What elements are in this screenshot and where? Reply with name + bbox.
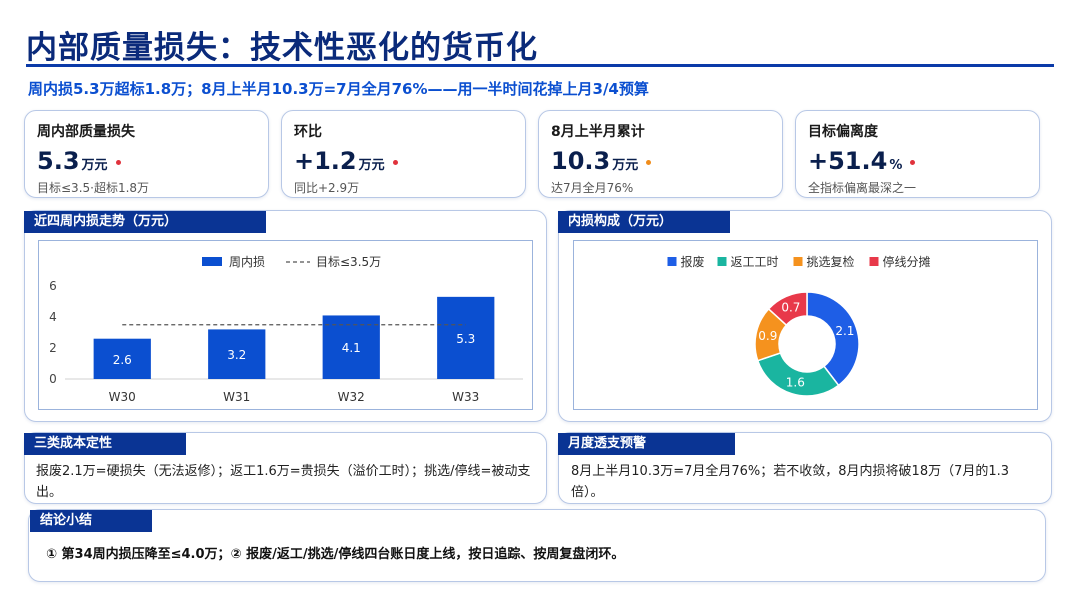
status-dot-icon	[646, 159, 652, 165]
conclusion-panel-title: 结论小结	[30, 510, 152, 532]
x-tick-label: W31	[223, 390, 250, 404]
legend-swatch	[869, 257, 879, 266]
x-tick-label: W32	[338, 390, 365, 404]
kpi-number: +51.4	[808, 147, 888, 175]
kpi-card-target-deviation: 目标偏离度 +51.4% 全指标偏离最深之一	[795, 110, 1040, 198]
slice-value-label: 0.7	[781, 300, 800, 314]
legend-swatch	[667, 257, 677, 266]
legend-label-series: 周内损	[229, 255, 265, 269]
kpi-note: 同比+2.9万	[294, 181, 360, 195]
x-tick-label: W33	[452, 390, 479, 404]
kpi-label: 周内部质量损失	[37, 124, 135, 140]
status-dot-icon	[115, 159, 121, 165]
composition-panel-title: 内损构成（万元）	[558, 211, 730, 233]
composition-donut-chart: 报废 返工工时 挑选复检 停线分摊 2.1 1.6 0.9 0.7	[667, 254, 931, 397]
bar-value-label: 2.6	[113, 353, 132, 367]
composition-chart-frame: 报废 返工工时 挑选复检 停线分摊 2.1 1.6 0.9 0.7	[573, 240, 1038, 410]
kpi-card-mom: 环比 +1.2 万元 同比+2.9万	[281, 110, 526, 198]
kpi-label: 目标偏离度	[808, 124, 878, 140]
trend-bar-chart: 周内损 目标≤3.5万 0 2 4 6 2.6 W30 3.2 W31 4.1 W32 5.3 W33	[49, 255, 523, 404]
kpi-note: 达7月全月76%	[551, 181, 634, 195]
y-tick-label: 4	[49, 310, 57, 324]
bar-value-label: 3.2	[227, 348, 246, 362]
legend-label: 返工工时	[731, 255, 779, 269]
legend-label: 报废	[681, 254, 705, 269]
cost-panel-title: 三类成本定性	[24, 433, 186, 455]
page-subtitle: 周内损5.3万超标1.8万；8月上半月10.3万=7月全月76%——用一半时间花…	[28, 80, 649, 98]
kpi-value: 5.3 万元	[37, 147, 256, 175]
slice-value-label: 0.9	[758, 329, 777, 343]
kpi-label: 环比	[294, 124, 322, 140]
bar-value-label: 5.3	[456, 332, 475, 346]
kpi-card-august-cumulative: 8月上半月累计 10.3 万元 达7月全月76%	[538, 110, 783, 198]
alert-panel-title: 月度透支预警	[558, 433, 735, 455]
legend-label: 停线分摊	[883, 254, 931, 269]
trend-panel-title: 近四周内损走势（万元）	[24, 211, 266, 233]
legend-label-target: 目标≤3.5万	[316, 255, 381, 269]
kpi-number: 5.3	[37, 147, 80, 175]
kpi-unit: %	[889, 158, 903, 173]
kpi-number: 10.3	[551, 147, 611, 175]
bar-value-label: 4.1	[342, 341, 361, 355]
legend-swatch	[717, 257, 727, 266]
x-tick-label: W30	[109, 390, 136, 404]
kpi-note: 目标≤3.5·超标1.8万	[37, 181, 150, 195]
kpi-unit: 万元	[81, 158, 108, 173]
slice-value-label: 1.6	[786, 375, 805, 389]
kpi-note: 全指标偏离最深之一	[808, 181, 917, 195]
y-tick-label: 2	[49, 341, 57, 355]
kpi-label: 8月上半月累计	[551, 124, 645, 140]
kpi-value: +1.2 万元	[294, 147, 513, 175]
kpi-card-weekly-loss: 周内部质量损失 5.3 万元 目标≤3.5·超标1.8万	[24, 110, 269, 198]
status-dot-icon	[392, 159, 398, 165]
title-divider	[26, 64, 1054, 67]
slice-value-label: 2.1	[835, 324, 854, 338]
cost-panel-text: 报废2.1万=硬损失（无法返修）；返工1.6万=贵损失（溢价工时）；挑选/停线=…	[36, 464, 531, 500]
legend-swatch-bar	[202, 257, 222, 266]
legend-swatch	[793, 257, 803, 266]
kpi-unit: 万元	[358, 158, 385, 173]
trend-chart-frame: 周内损 目标≤3.5万 0 2 4 6 2.6 W30 3.2 W31 4.1 W32 5.3 W33	[38, 240, 533, 410]
kpi-unit: 万元	[612, 158, 639, 173]
kpi-value: +51.4%	[808, 147, 1027, 175]
status-dot-icon	[910, 159, 916, 165]
kpi-number: +1.2	[294, 147, 357, 175]
alert-panel-text: 8月上半月10.3万=7月全月76%；若不收敛，8月内损将破18万（7月的1.3…	[571, 464, 1010, 500]
y-tick-label: 6	[49, 279, 57, 293]
y-tick-label: 0	[49, 372, 57, 386]
page-title: 内部质量损失：技术性恶化的货币化	[26, 30, 538, 66]
kpi-value: 10.3 万元	[551, 147, 770, 175]
legend-label: 挑选复检	[807, 254, 855, 269]
conclusion-text: ① 第34周内损压降至≤4.0万；② 报废/返工/挑选/停线四台账日度上线，按日…	[46, 547, 625, 562]
